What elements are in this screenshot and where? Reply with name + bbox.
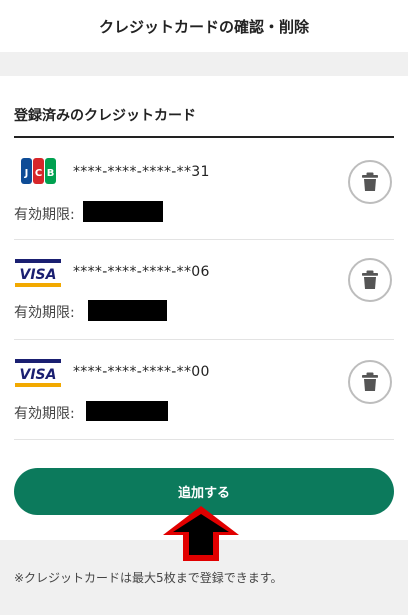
section-divider (14, 136, 394, 138)
svg-text:B: B (47, 168, 55, 179)
header: クレジットカードの確認・削除 (0, 0, 408, 52)
expiry-redaction (83, 201, 163, 222)
up-arrow-icon (163, 506, 239, 561)
section-title: 登録済みのクレジットカード (14, 108, 196, 124)
svg-text:J: J (24, 168, 29, 179)
trash-icon (362, 172, 378, 191)
expiry-label: 有効期限: (14, 305, 75, 321)
header-band (0, 52, 408, 76)
svg-text:C: C (35, 168, 42, 179)
card-number: ****-****-****-**00 (73, 364, 210, 380)
trash-icon (362, 270, 378, 289)
delete-card-button[interactable] (348, 160, 392, 204)
card-item: J C B ****-****-****-**31 有効期限: (14, 140, 394, 240)
trash-icon (362, 372, 378, 391)
expiry-redaction (88, 300, 167, 321)
visa-logo-icon: VISA (15, 259, 61, 287)
card-item: VISA ****-****-****-**06 有効期限: (14, 240, 394, 340)
card-number: ****-****-****-**31 (73, 164, 210, 180)
row-divider (14, 439, 394, 440)
expiry-label: 有効期限: (14, 406, 75, 422)
card-number: ****-****-****-**06 (73, 264, 210, 280)
card-item: VISA ****-****-****-**00 有効期限: (14, 340, 394, 440)
visa-logo-icon: VISA (15, 359, 61, 387)
page-title: クレジットカードの確認・削除 (98, 17, 309, 36)
expiry-redaction (86, 401, 168, 421)
svg-text:VISA: VISA (20, 267, 57, 283)
footer-note: ※クレジットカードは最大5枚まで登録できます。 (14, 571, 283, 585)
svg-text:VISA: VISA (20, 367, 57, 383)
expiry-label: 有効期限: (14, 207, 75, 223)
delete-card-button[interactable] (348, 360, 392, 404)
jcb-logo-icon: J C B (21, 158, 56, 184)
delete-card-button[interactable] (348, 258, 392, 302)
